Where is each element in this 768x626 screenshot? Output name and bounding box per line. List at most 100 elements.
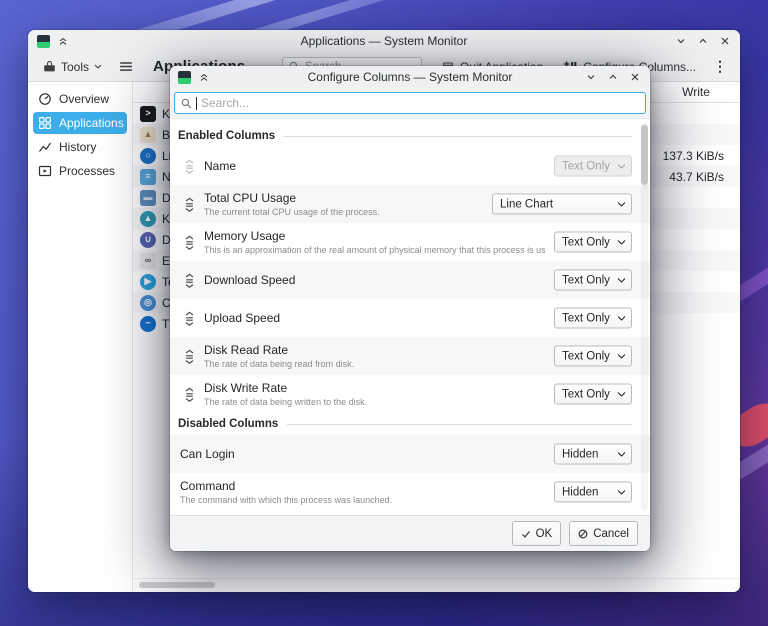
dialog-search-input[interactable]: Search... [174,92,646,114]
thunderbird-app-icon: ~ [140,316,156,332]
dropdown-value: Hidden [562,486,598,498]
chat-app-icon: ≡ [140,169,156,185]
display-style-dropdown[interactable]: Hidden [554,444,632,465]
text-cursor [196,97,197,110]
sidebar-item[interactable]: Applications [33,112,127,134]
drag-handle-icon[interactable] [176,273,202,288]
section-header: Disabled Columns [170,413,650,435]
dropdown-value: Text Only [562,160,610,172]
write-value: 137.3 KiB/s [663,149,724,163]
display-style-dropdown[interactable]: Text Only [554,232,632,253]
drag-handle-icon[interactable] [176,235,202,250]
minimize-button[interactable] [676,36,686,46]
browser-app-icon: ◎ [140,295,156,311]
column-config-row: Upload Speed Text Only [170,299,650,337]
column-config-row: Download Speed Text Only [170,261,650,299]
system-monitor-app-icon [178,71,191,84]
overflow-menu-button[interactable]: ⋮ [710,58,730,75]
dropdown-value: Text Only [562,388,610,400]
drag-handle-icon[interactable] [176,159,202,174]
display-style-dropdown[interactable]: Hidden [554,482,632,503]
vertical-scrollbar-thumb[interactable] [641,125,648,185]
minimize-button[interactable] [586,72,596,82]
discord-app-icon: ∪ [140,232,156,248]
tools-menu-button[interactable]: Tools [38,57,107,77]
history-chart-icon [38,140,52,154]
drag-handle-icon[interactable] [176,197,202,212]
gauge-icon [38,92,52,106]
horizontal-scrollbar[interactable] [133,578,740,592]
chevron-down-icon [617,353,626,359]
keep-above-icon[interactable] [58,36,68,46]
dropdown-value: Text Only [562,274,610,286]
ok-button[interactable]: OK [512,521,562,546]
display-style-dropdown[interactable]: Text Only [554,308,632,329]
column-name: Upload Speed [204,311,280,325]
terminal-app-icon: > [140,106,156,122]
dialog-titlebar[interactable]: Configure Columns — System Monitor [170,66,650,88]
column-description: The rate of data being written to the di… [204,397,367,407]
maximize-button[interactable] [608,72,618,82]
display-style-dropdown[interactable]: Text Only [554,270,632,291]
dropdown-value: Hidden [562,448,598,460]
cancel-button[interactable]: Cancel [569,521,638,546]
column-config-row: Total CPU Usage The current total CPU us… [170,185,650,223]
horizontal-scrollbar-thumb[interactable] [139,582,215,588]
sidebar-item-label: History [59,140,96,154]
column-description: The current total CPU usage of the proce… [204,207,380,217]
applications-grid-icon [38,116,52,130]
keep-above-icon[interactable] [199,72,209,82]
display-style-dropdown[interactable]: Text Only [554,156,632,177]
column-name: Download Speed [204,273,295,287]
column-name: Disk Write Rate [204,381,367,395]
dropdown-value: Text Only [562,350,610,362]
sidebar-item[interactable]: History [33,136,127,158]
write-column-header[interactable]: Write [651,82,740,102]
toolbox-icon [43,60,56,73]
column-description: This is an approximation of the real amo… [204,245,546,255]
dialog-footer: OK Cancel [170,515,650,551]
write-value: 43.7 KiB/s [669,170,724,184]
folder-icon: ▬ [140,190,156,206]
search-icon [181,98,192,109]
sidebar-item[interactable]: Overview [33,88,127,110]
chevron-down-icon [617,489,626,495]
globe-app-icon: ○ [140,148,156,164]
column-config-row: Disk Write Rate The rate of data being w… [170,375,650,413]
telegram-app-icon: ▶ [140,274,156,290]
column-config-row: Memory Usage This is an approximation of… [170,223,650,261]
check-icon [521,529,531,539]
column-name: Disk Read Rate [204,343,354,357]
column-name: Command [180,479,392,493]
vertical-scrollbar[interactable] [641,123,648,511]
drag-handle-icon[interactable] [176,387,202,402]
drag-handle-icon[interactable] [176,311,202,326]
chevron-down-icon [617,451,626,457]
chevron-down-icon [617,239,626,245]
chevron-down-icon [617,391,626,397]
close-button[interactable] [720,36,730,46]
column-name: Total CPU Usage [204,191,380,205]
hamburger-menu-icon[interactable] [119,60,133,73]
search-placeholder: Search... [201,96,249,110]
section-divider [287,424,632,425]
chevron-down-icon [617,163,626,169]
drag-handle-icon[interactable] [176,349,202,364]
chevron-down-icon [617,201,626,207]
dropdown-value: Line Chart [500,198,553,210]
sidebar-item[interactable]: Processes [33,160,127,182]
column-name: Memory Usage [204,229,546,243]
section-header: Enabled Columns [170,125,650,147]
section-title: Disabled Columns [178,418,278,430]
maximize-button[interactable] [698,36,708,46]
display-style-dropdown[interactable]: Text Only [554,384,632,405]
column-description: The rate of data being read from disk. [204,359,354,369]
chevron-down-icon [617,277,626,283]
configure-columns-dialog: Configure Columns — System Monitor Searc… [170,66,650,551]
close-button[interactable] [630,72,640,82]
main-titlebar[interactable]: Applications — System Monitor [28,30,740,52]
display-style-dropdown[interactable]: Text Only [554,346,632,367]
sidebar-item-label: Processes [59,164,115,178]
main-window-title: Applications — System Monitor [28,34,740,48]
display-style-dropdown[interactable]: Line Chart [492,194,632,215]
